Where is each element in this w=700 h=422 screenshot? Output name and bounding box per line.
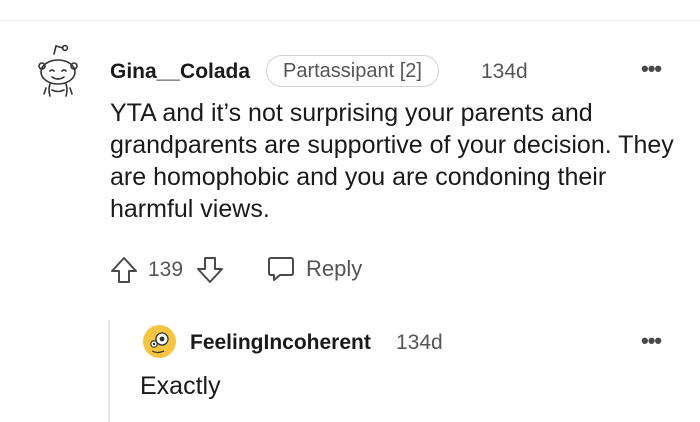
comment-body: YTA and it’s not surprising your parents… <box>110 99 674 223</box>
snoo-yellow-avatar-icon[interactable] <box>143 325 176 358</box>
more-options-icon[interactable]: ••• <box>641 328 662 354</box>
vote-count: 139 <box>148 258 184 281</box>
user-flair-badge: Partassipant [2] <box>266 55 439 87</box>
downvote-arrow-icon[interactable] <box>194 254 226 286</box>
upvote-arrow-icon[interactable] <box>108 254 140 286</box>
top-divider <box>0 20 700 21</box>
snoo-avatar-icon[interactable] <box>36 42 82 102</box>
comment-author[interactable]: Gina__Colada <box>110 60 250 84</box>
more-options-icon[interactable]: ••• <box>641 56 662 82</box>
comment-timestamp[interactable]: 134d <box>481 60 528 84</box>
reply-button[interactable]: Reply <box>266 252 362 286</box>
speech-bubble-icon <box>268 257 294 281</box>
reply-author[interactable]: FeelingIncoherent <box>190 331 371 355</box>
reply-body: Exactly <box>140 372 221 400</box>
reply-label: Reply <box>306 256 363 281</box>
reply-timestamp[interactable]: 134d <box>396 331 443 355</box>
thread-line[interactable] <box>108 320 110 422</box>
